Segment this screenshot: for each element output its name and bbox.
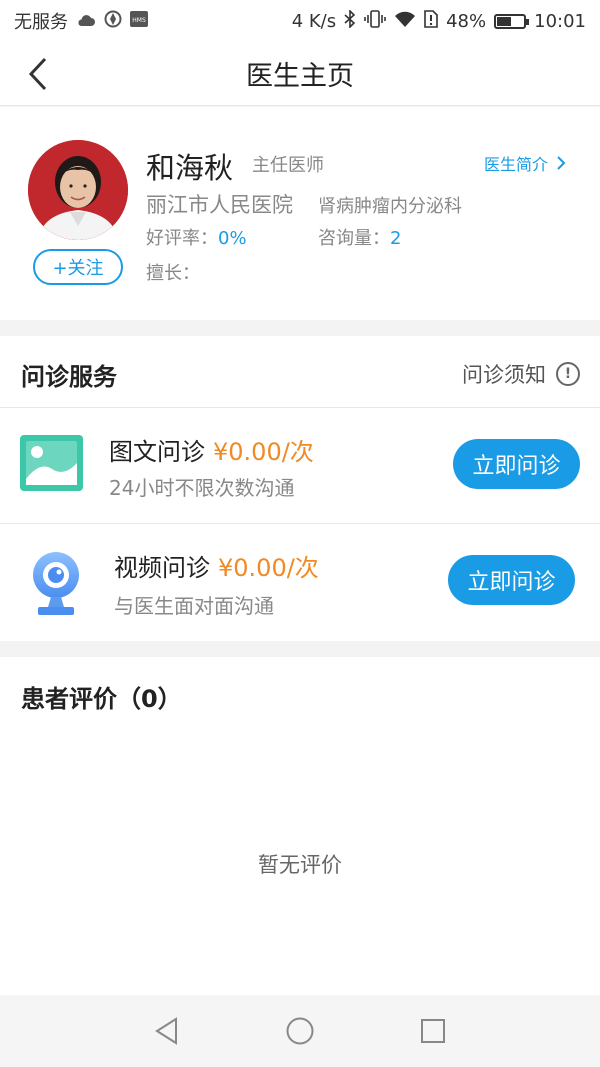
doctor-name: 和海秋 bbox=[146, 151, 234, 185]
nav-recents-button[interactable] bbox=[413, 1011, 453, 1051]
service-name: 图文问诊 bbox=[109, 438, 205, 466]
svg-text:HMS: HMS bbox=[132, 17, 146, 24]
doctor-card: +关注 和海秋 主任医师 医生简介 丽江市人民医院 肾病肿瘤内分泌科 好评率：0… bbox=[0, 107, 600, 320]
consult-now-button-image-text[interactable]: 立即问诊 bbox=[453, 439, 580, 489]
battery-percent: 48% bbox=[446, 10, 487, 32]
image-icon bbox=[20, 435, 83, 495]
doctor-avatar bbox=[28, 140, 128, 240]
services-title: 问诊服务 bbox=[21, 363, 117, 391]
cloud-icon bbox=[76, 11, 96, 32]
service-desc: 与医生面对面沟通 bbox=[114, 594, 274, 618]
service-desc: 24小时不限次数沟通 bbox=[109, 476, 295, 500]
consult-count-label: 咨询量： bbox=[318, 228, 390, 249]
rating-label: 好评率： bbox=[146, 228, 218, 249]
consult-notice-link[interactable]: 问诊须知 ! bbox=[462, 359, 580, 389]
service-name-line: 视频问诊 ¥0.00/次 bbox=[114, 548, 319, 583]
doctor-title: 主任医师 bbox=[252, 155, 324, 176]
consult-count-stat: 咨询量：2 bbox=[318, 224, 401, 250]
network-speed: 4 K/s bbox=[291, 10, 337, 32]
follow-button[interactable]: +关注 bbox=[33, 249, 123, 285]
department-name: 肾病肿瘤内分泌科 bbox=[318, 196, 462, 217]
nav-home-button[interactable] bbox=[280, 1011, 320, 1051]
triangle-back-icon bbox=[154, 1017, 177, 1045]
page-title: 医生主页 bbox=[246, 61, 354, 92]
wifi-icon bbox=[394, 10, 416, 33]
carrier-text: 无服务 bbox=[14, 12, 68, 33]
service-name-line: 图文问诊 ¥0.00/次 bbox=[109, 432, 314, 467]
doctor-intro-label: 医生简介 bbox=[483, 155, 548, 174]
hms-icon: HMS bbox=[130, 10, 148, 32]
reviews-title: 患者评价（0） bbox=[21, 685, 182, 713]
doctor-intro-link[interactable]: 医生简介 bbox=[484, 151, 566, 175]
back-button[interactable] bbox=[16, 52, 60, 96]
chevron-right-icon bbox=[557, 156, 566, 170]
service-row-image-text: 图文问诊 ¥0.00/次 24小时不限次数沟通 立即问诊 bbox=[0, 408, 600, 524]
vibrate-icon bbox=[364, 9, 386, 33]
service-price: ¥0.00/次 bbox=[218, 554, 319, 582]
consult-now-button-video[interactable]: 立即问诊 bbox=[448, 555, 575, 605]
clock: 10:01 bbox=[534, 10, 586, 32]
circle-home-icon bbox=[286, 1017, 314, 1045]
nav-back-button[interactable] bbox=[147, 1011, 187, 1051]
specialty-label: 擅长： bbox=[146, 263, 200, 284]
rating-value: 0% bbox=[218, 228, 247, 249]
rating-stat: 好评率：0% bbox=[146, 224, 247, 250]
service-row-video: 视频问诊 ¥0.00/次 与医生面对面沟通 立即问诊 bbox=[0, 524, 600, 641]
status-bar: 无服务 HMS 4 K/s 48% 10:01 bbox=[0, 0, 600, 42]
chevron-left-icon bbox=[28, 57, 47, 91]
app-header: 医生主页 bbox=[0, 42, 600, 106]
consult-notice-label: 问诊须知 bbox=[462, 363, 546, 387]
bluetooth-icon bbox=[344, 8, 356, 33]
system-nav-bar bbox=[0, 995, 600, 1067]
service-price: ¥0.00/次 bbox=[213, 438, 314, 466]
square-recents-icon bbox=[421, 1019, 446, 1043]
sync-icon bbox=[104, 10, 122, 33]
hospital-name: 丽江市人民医院 bbox=[146, 193, 293, 217]
battery-icon bbox=[494, 13, 530, 29]
consult-count-value: 2 bbox=[390, 228, 402, 249]
info-icon: ! bbox=[556, 362, 580, 386]
service-name: 视频问诊 bbox=[114, 554, 210, 582]
reviews-empty-text: 暂无评价 bbox=[258, 853, 342, 877]
patient-reviews-section: 患者评价（0） 暂无评价 bbox=[0, 657, 600, 995]
webcam-icon bbox=[30, 551, 82, 621]
services-header: 问诊服务 问诊须知 ! bbox=[0, 336, 600, 408]
consult-services-section: 问诊服务 问诊须知 ! 图文问诊 ¥0.00/次 24小时不限次数沟通 立即问诊 bbox=[0, 336, 600, 641]
sim-alert-icon bbox=[424, 9, 438, 33]
